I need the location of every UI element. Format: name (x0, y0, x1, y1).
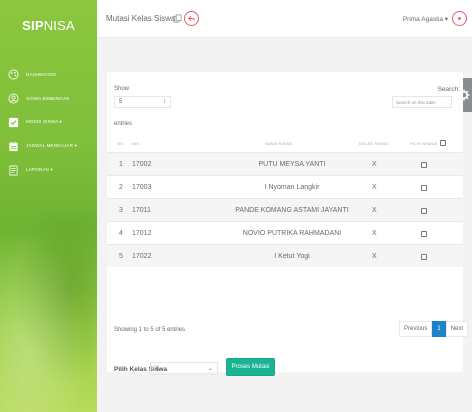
column-header-pilih-semua: PILIH SEMUA (410, 140, 446, 147)
row-checkbox-cell (421, 222, 427, 245)
brand-logo[interactable]: SIP NISA (0, 0, 97, 50)
copy-icon[interactable] (173, 14, 182, 23)
document-icon (8, 165, 19, 176)
top-navbar: Mutasi Kelas Siswa Prima Agastia ▾ (97, 0, 472, 38)
row-checkbox[interactable] (421, 161, 427, 168)
sidebar-item-label: JADWAL MENGAJAR ▾ (26, 143, 78, 148)
pagination: Previous 1 Next (399, 321, 469, 337)
cell-no: 3 (119, 207, 123, 214)
page-title: Mutasi Kelas Siswa (106, 14, 176, 23)
sidebar-item-mosis-siswa[interactable]: MOSIS SISWA ▾ (0, 110, 97, 134)
sidebar-nav: DASHBOARD SISWA BIMBINGAN MOSIS SISWA ▾ … (0, 62, 97, 182)
table-row: 3 17011 PANDE KOMANG ASTAMI JAYANTI X (107, 198, 463, 221)
table-row: 1 17002 PUTU MEYSA YANTI X (107, 152, 463, 175)
sidebar: SIP NISA DASHBOARD SISWA BIMBINGAN MOSIS … (0, 0, 97, 412)
column-header-kelas[interactable]: KELAS SISWA (359, 141, 388, 146)
table-row: 4 17012 NOVIO PUTRIKA RAHMADANI X (107, 221, 463, 244)
row-checkbox-cell (421, 199, 427, 222)
cell-nis: 17003 (132, 184, 152, 191)
cell-nama: NOVIO PUTRIKA RAHMADANI (242, 230, 342, 237)
cell-kelas: X (372, 184, 377, 191)
cell-no: 5 (119, 253, 123, 260)
user-circle-icon (8, 93, 19, 104)
cell-nama: I Ketut Yogi (274, 253, 310, 260)
sidebar-background (0, 212, 97, 412)
row-checkbox-cell (421, 153, 427, 176)
reply-icon (188, 15, 195, 22)
proses-mutasi-button[interactable]: Proses Mutasi (226, 358, 275, 376)
cell-no: 1 (119, 161, 123, 168)
calendar-icon (8, 141, 19, 152)
cell-nis: 17002 (132, 161, 152, 168)
select-all-checkbox[interactable] (439, 140, 446, 146)
search-input[interactable]: Search on this table (392, 96, 452, 108)
page-1-button[interactable]: 1 (432, 321, 446, 337)
sidebar-item-siswa-bimbingan[interactable]: SISWA BIMBINGAN (0, 86, 97, 110)
show-label: Show (114, 86, 130, 92)
previous-page-button[interactable]: Previous (399, 321, 433, 337)
row-checkbox[interactable] (421, 207, 427, 214)
cell-no: 2 (119, 184, 123, 191)
circle-dot-icon (458, 17, 461, 20)
sidebar-item-jadwal-mengajar[interactable]: JADWAL MENGAJAR ▾ (0, 134, 97, 158)
cell-kelas: X (372, 161, 377, 168)
page-length-value: 5 (119, 99, 123, 105)
cell-nis: 17012 (132, 230, 152, 237)
table-info: Showing 1 to 5 of 5 entries (114, 327, 186, 333)
cell-nis: 17011 (132, 207, 151, 214)
cell-kelas: X (372, 207, 377, 214)
table-row: 2 17003 I Nyoman Langkir X (107, 175, 463, 198)
cell-kelas: X (372, 253, 377, 260)
row-checkbox[interactable] (421, 184, 427, 191)
cell-nama: PUTU MEYSA YANTI (258, 161, 326, 168)
cell-nama: PANDE KOMANG ASTAMI JAYANTI (235, 207, 349, 214)
row-checkbox-cell (421, 245, 427, 268)
sidebar-item-label: MOSIS SISWA ▾ (26, 119, 62, 124)
palette-icon (8, 69, 19, 80)
user-menu[interactable]: Prima Agastia ▾ (403, 15, 448, 23)
column-header-nama[interactable]: NAMA SISWA (265, 141, 292, 146)
cell-nama: I Nyoman Langkir (264, 184, 320, 191)
cell-no: 4 (119, 230, 123, 237)
check-square-icon (8, 117, 19, 128)
select-arrows-icon: ↕ (163, 99, 166, 105)
cell-nis: 17022 (132, 253, 152, 260)
back-button[interactable] (184, 11, 199, 26)
sidebar-item-laporan[interactable]: LAPORAN ▾ (0, 158, 97, 182)
next-page-button[interactable]: Next (445, 321, 469, 337)
chevron-down-icon: ⌄ (207, 366, 213, 372)
sidebar-item-label: SISWA BIMBINGAN (26, 95, 70, 101)
user-action-button[interactable] (452, 11, 467, 26)
search-label: Search: (437, 86, 460, 93)
students-table: NO NIS NAMA SISWA KELAS SISWA PILIH SEMU… (107, 140, 463, 267)
sidebar-item-label: DASHBOARD (26, 71, 57, 77)
column-header-nis[interactable]: NIS (132, 141, 139, 146)
sidebar-item-dashboard[interactable]: DASHBOARD (0, 62, 97, 86)
kelas-select-value: X (155, 365, 160, 372)
table-row: 5 17022 I Ketut Yogi X (107, 244, 463, 267)
kelas-select[interactable]: X ⌄ (150, 362, 218, 375)
brand-bold: SIP (22, 17, 44, 33)
column-header-no[interactable]: NO (117, 141, 123, 146)
sidebar-item-label: LAPORAN ▾ (26, 167, 53, 172)
pilih-semua-label: PILIH SEMUA (410, 141, 438, 147)
cell-kelas: X (372, 230, 377, 237)
brand-rest: NISA (43, 17, 75, 33)
row-checkbox[interactable] (421, 230, 427, 237)
page-length-select[interactable]: 5 ↕ (114, 96, 171, 108)
row-checkbox[interactable] (421, 253, 427, 260)
entries-label: entries (114, 121, 133, 127)
row-checkbox-cell (421, 176, 427, 199)
